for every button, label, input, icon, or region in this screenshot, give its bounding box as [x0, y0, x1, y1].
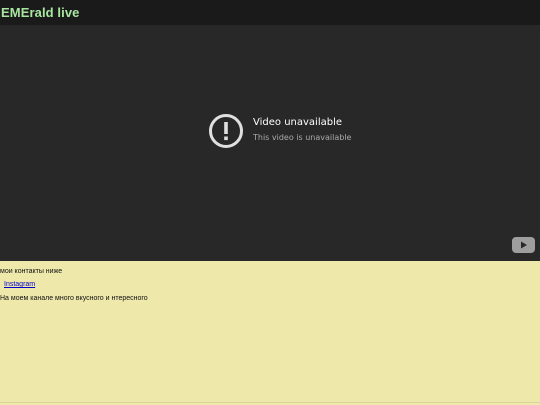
- page-title: EMErald live: [1, 5, 80, 20]
- video-error-title: Video unavailable: [253, 117, 343, 128]
- contacts-text: мои контакты ниже: [0, 268, 63, 275]
- channel-info: мои контакты ниже Instagram На моем кана…: [0, 261, 540, 405]
- video-error-subtitle: This video is unavailable: [253, 133, 352, 142]
- youtube-logo-icon[interactable]: [512, 237, 535, 253]
- video-player[interactable]: Video unavailable This video is unavaila…: [0, 25, 540, 261]
- instagram-link[interactable]: Instagram: [4, 281, 35, 288]
- exclamation-circle-icon: [209, 114, 243, 148]
- page-header: EMErald live: [0, 0, 540, 25]
- channel-description: На моем канале много вкусного и нтересно…: [0, 295, 148, 302]
- divider: [0, 402, 540, 403]
